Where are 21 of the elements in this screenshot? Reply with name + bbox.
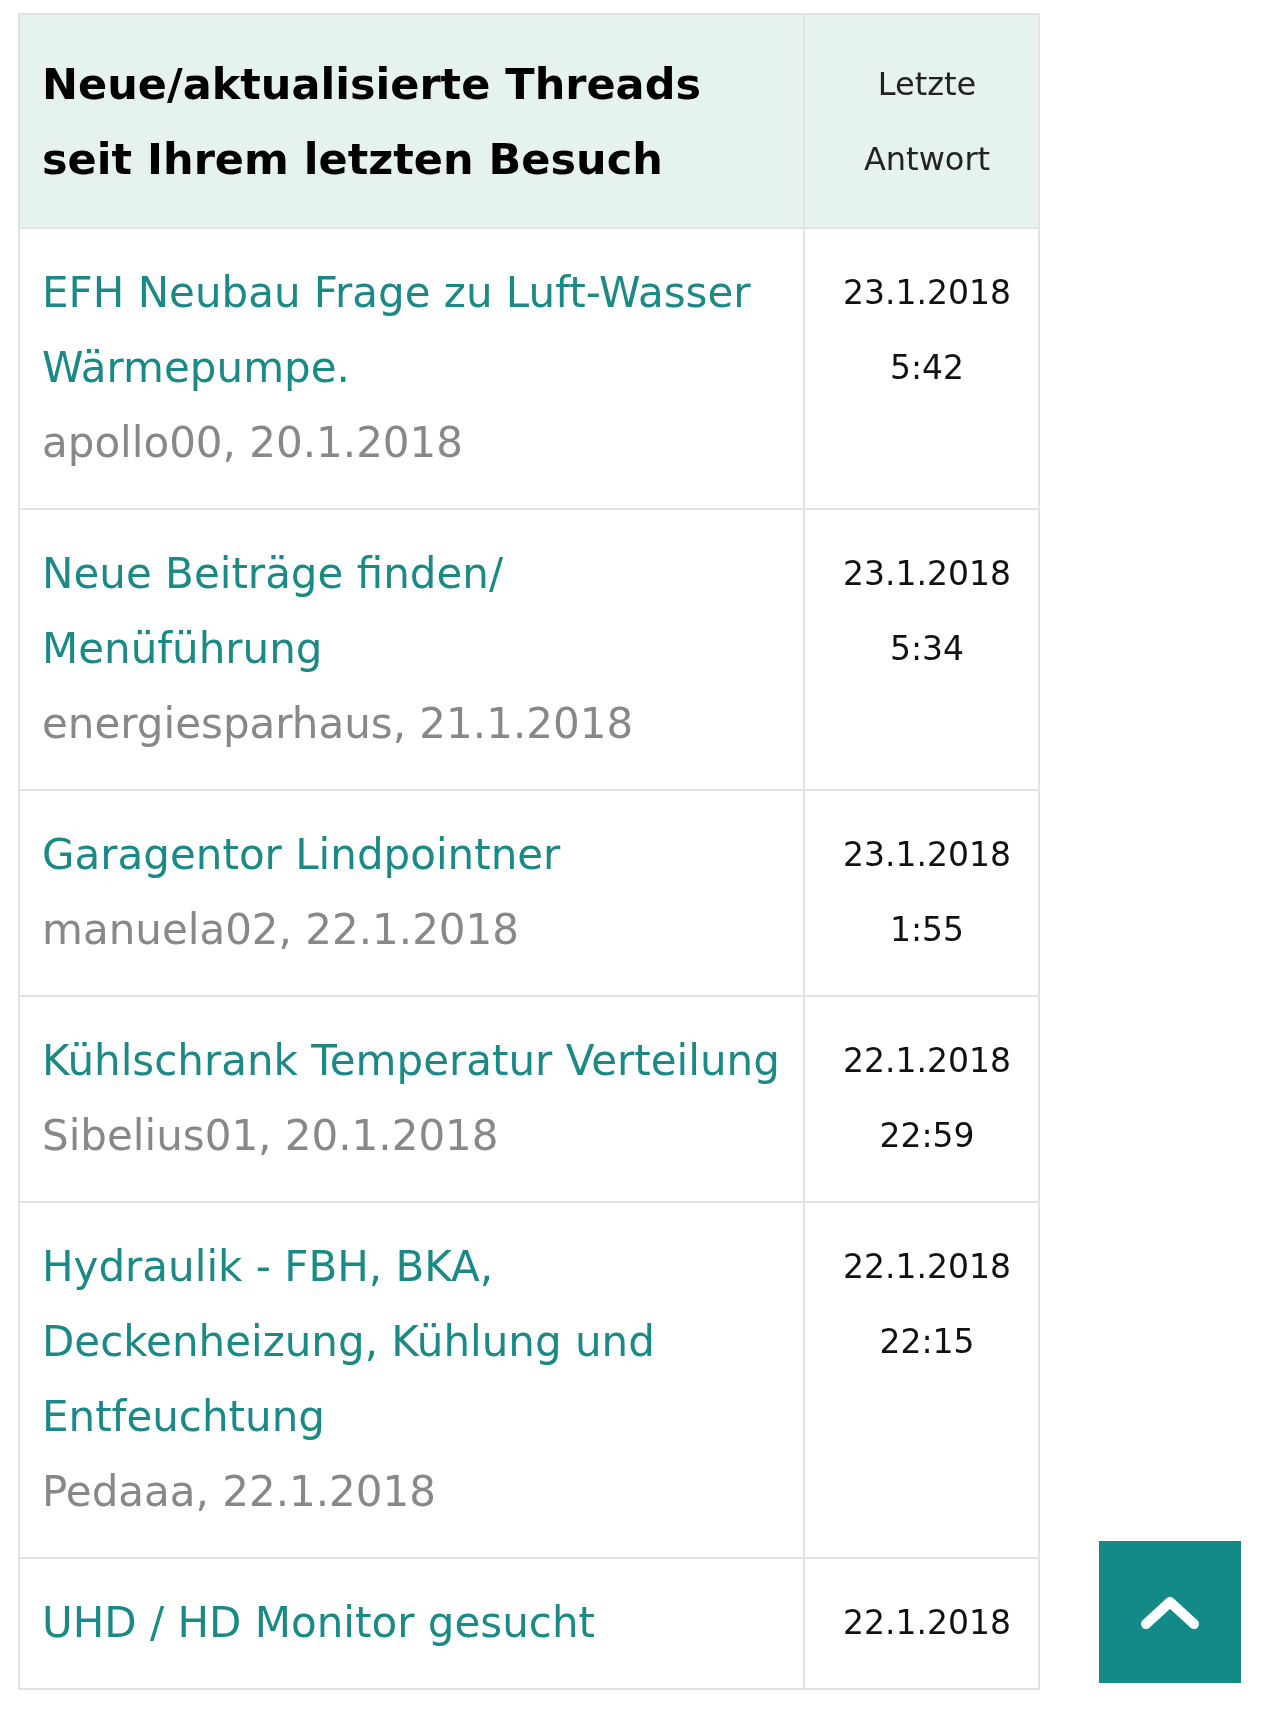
column-header: Letzte Antwort (862, 64, 992, 180)
last-reply-date: 23.1.2018 5:34 (842, 553, 1012, 670)
thread-author-date: energiesparhaus, 21.1.2018 (42, 698, 634, 750)
thread-author-date: Sibelius01, 20.1.2018 (42, 1110, 499, 1162)
thread-author-date: apollo00, 20.1.2018 (42, 417, 464, 469)
thread-author-date: Pedaaa, 22.1.2018 (42, 1466, 436, 1518)
thread-link[interactable]: Neue Beiträge finden/ Menüführung (42, 536, 783, 686)
thread-link[interactable]: UHD / HD Monitor gesucht (42, 1585, 595, 1660)
thread-link[interactable]: EFH Neubau Frage zu Luft-Wasser Wärmepumpe. (42, 255, 783, 405)
thread-link[interactable]: Garagentor Lindpointner (42, 817, 561, 892)
last-reply-date: 22.1.2018 22:15 (842, 1246, 1012, 1363)
last-reply-date: 22.1.2018 (842, 1602, 1012, 1644)
last-reply-date: 23.1.2018 1:55 (842, 834, 1012, 951)
thread-author-date: manuela02, 22.1.2018 (42, 904, 520, 956)
thread-link[interactable]: Kühlschrank Temperatur Verteilung (42, 1023, 780, 1098)
scroll-to-top-button[interactable] (1099, 1541, 1241, 1683)
thread-link[interactable]: Hydraulik - FBH, BKA, Deckenheizung, Kühlung und Entfeuchtung (42, 1229, 783, 1454)
chevron-up-icon (1140, 1594, 1200, 1630)
last-reply-date: 22.1.2018 22:59 (842, 1040, 1012, 1157)
last-reply-date: 23.1.2018 5:42 (842, 272, 1012, 389)
column-header: Neue/aktualisierte Threads seit Ihrem letzten Besuch (42, 58, 702, 186)
